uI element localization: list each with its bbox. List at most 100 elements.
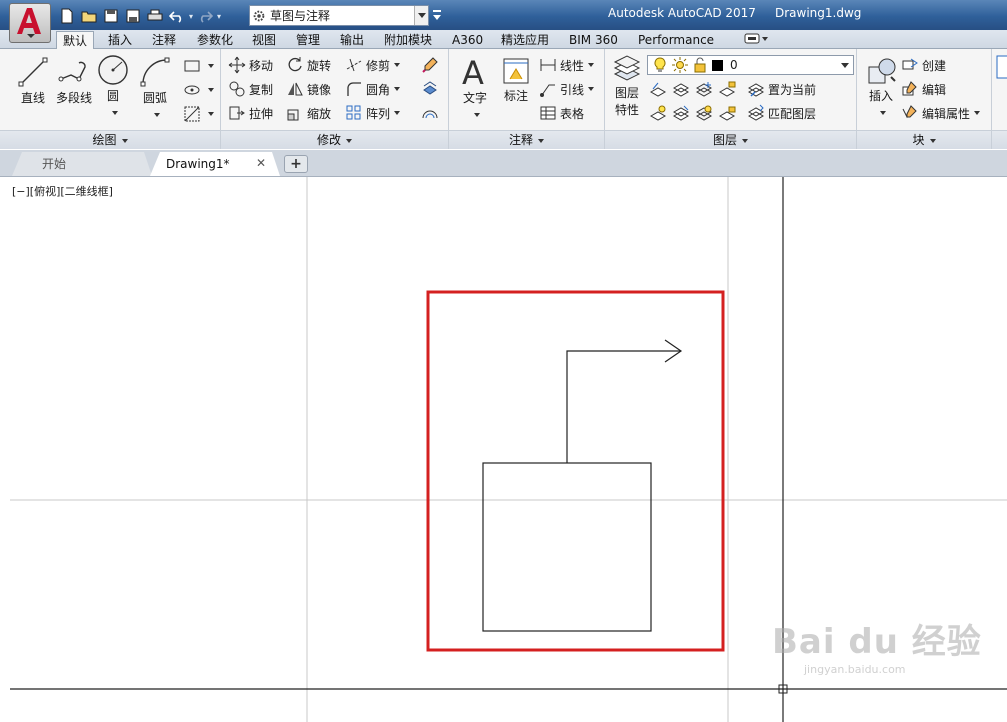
erase-tool[interactable] <box>421 56 442 74</box>
layer-properties-tool[interactable]: 图层 特性 <box>609 54 645 118</box>
chevron-down-icon[interactable] <box>208 64 214 68</box>
drawn-leader-line[interactable] <box>566 350 681 463</box>
chevron-down-icon[interactable] <box>208 88 214 92</box>
dimension-tool[interactable]: 标注 <box>499 55 533 104</box>
layer-unisolate-icon[interactable] <box>672 104 690 122</box>
table-tool[interactable]: 表格 <box>539 104 584 122</box>
edit-block-tool[interactable]: 编辑 <box>901 80 946 98</box>
tab-parametric[interactable]: 参数化 <box>191 31 239 49</box>
stretch-tool[interactable]: 拉伸 <box>228 104 273 122</box>
layer-thaw-icon[interactable] <box>695 104 713 122</box>
ribbon-display-toggle-icon[interactable] <box>743 32 769 46</box>
explode-tool[interactable] <box>421 80 442 98</box>
edit-attributes-tool[interactable]: 编辑属性 <box>901 104 981 122</box>
fillet-tool[interactable]: 圆角 <box>345 80 401 98</box>
block-panel: 插入 创建 编辑 编辑属性 块 <box>857 49 992 149</box>
polyline-tool[interactable]: 多段线 <box>53 55 95 106</box>
block-panel-footer[interactable]: 块 <box>857 130 991 149</box>
line-tool[interactable]: 直线 <box>14 55 52 106</box>
hatch-tool[interactable] <box>183 81 214 99</box>
chevron-down-icon[interactable] <box>112 111 118 115</box>
redo-dropdown-icon[interactable]: ▾ <box>216 6 222 26</box>
array-tool[interactable]: 阵列 <box>345 104 401 122</box>
highlight-box <box>426 290 725 652</box>
layer-unlock-icon[interactable] <box>718 104 736 122</box>
copy-icon <box>229 81 245 97</box>
redo-icon[interactable] <box>194 6 216 26</box>
tab-bim360[interactable]: BIM 360 <box>563 31 624 49</box>
offset-icon <box>422 110 438 119</box>
chevron-down-icon[interactable] <box>880 111 886 115</box>
tab-output[interactable]: 输出 <box>334 31 370 49</box>
save-icon[interactable] <box>100 6 122 26</box>
mirror-tool[interactable]: 镜像 <box>286 80 331 98</box>
chevron-down-icon[interactable] <box>154 113 160 117</box>
chevron-down-icon[interactable] <box>588 63 595 67</box>
chevron-down-icon[interactable] <box>208 112 214 116</box>
draw-panel-footer[interactable]: 绘图 <box>0 130 220 149</box>
tab-performance[interactable]: Performance <box>632 31 720 49</box>
layer-isolate-icon[interactable] <box>672 80 690 98</box>
boundary-tool[interactable] <box>183 105 214 123</box>
chevron-down-icon[interactable] <box>394 87 401 91</box>
layer-dropdown[interactable]: 0 <box>647 55 854 75</box>
tab-view[interactable]: 视图 <box>246 31 282 49</box>
layer-freeze-icon[interactable] <box>695 80 713 98</box>
save-as-icon[interactable] <box>122 6 144 26</box>
layer-properties-icon <box>613 55 641 81</box>
open-folder-icon[interactable] <box>78 6 100 26</box>
workspace-select[interactable]: 草图与注释 <box>249 5 429 26</box>
chevron-down-icon[interactable] <box>841 63 849 68</box>
tab-default[interactable]: 默认 <box>56 31 95 50</box>
rectangle-tool[interactable] <box>183 57 214 75</box>
chevron-down-icon[interactable] <box>588 87 595 91</box>
insert-block-tool[interactable]: 插入 <box>861 55 901 118</box>
create-block-tool[interactable]: 创建 <box>901 56 946 74</box>
application-menu-button[interactable] <box>9 3 51 43</box>
arc-tool[interactable]: 圆弧 <box>136 55 174 120</box>
tab-manage[interactable]: 管理 <box>290 31 326 49</box>
copy-tool[interactable]: 复制 <box>228 80 273 98</box>
tab-addins[interactable]: 附加模块 <box>378 31 438 49</box>
close-tab-icon[interactable]: ✕ <box>256 156 266 170</box>
drawn-square[interactable] <box>482 462 652 632</box>
offset-tool[interactable] <box>421 104 442 122</box>
linear-dimension-tool[interactable]: 线性 <box>539 56 595 74</box>
new-tab-button[interactable]: + <box>284 155 308 173</box>
print-icon[interactable] <box>144 6 166 26</box>
chevron-down-icon[interactable] <box>474 113 480 117</box>
new-file-icon[interactable] <box>56 6 78 26</box>
circle-tool[interactable]: 圆 <box>96 53 130 118</box>
properties-panel-footer[interactable] <box>992 130 1007 149</box>
trim-tool[interactable]: 修剪 <box>345 56 401 74</box>
match-layer-tool[interactable]: 匹配图层 <box>747 104 816 122</box>
tab-start[interactable]: 开始 <box>12 152 152 176</box>
modify-panel-footer[interactable]: 修改 <box>221 130 448 149</box>
set-current-layer-tool[interactable]: 置为当前 <box>747 80 816 98</box>
undo-icon[interactable] <box>166 6 188 26</box>
tab-insert[interactable]: 插入 <box>102 31 138 49</box>
chevron-down-icon[interactable] <box>414 6 428 25</box>
tab-a360[interactable]: A360 <box>446 31 489 49</box>
layer-lock-icon[interactable] <box>718 80 736 98</box>
layer-off-icon[interactable] <box>649 80 667 98</box>
chevron-down-icon[interactable] <box>394 111 401 115</box>
ribbon: 直线 多段线 圆 圆弧 绘图 移动 旋转 修剪 复制 镜像 圆角 拉伸 缩放 阵… <box>0 49 1007 149</box>
properties-icon[interactable] <box>996 55 1007 79</box>
chevron-down-icon[interactable] <box>394 63 401 67</box>
rotate-tool[interactable]: 旋转 <box>286 56 331 74</box>
scale-icon <box>287 109 299 121</box>
text-tool[interactable]: A 文字 <box>457 53 493 120</box>
move-tool[interactable]: 移动 <box>228 56 273 74</box>
annotation-panel-footer[interactable]: 注释 <box>449 130 604 149</box>
viewport-controls[interactable]: [−][俯视][二维线框] <box>12 183 113 199</box>
tab-annotate[interactable]: 注释 <box>146 31 182 49</box>
scale-tool[interactable]: 缩放 <box>286 104 331 122</box>
layers-panel-footer[interactable]: 图层 <box>605 130 856 149</box>
leader-tool[interactable]: 引线 <box>539 80 595 98</box>
tab-featured-apps[interactable]: 精选应用 <box>495 31 555 49</box>
chevron-down-icon[interactable] <box>974 111 981 115</box>
layer-on-icon[interactable] <box>649 104 667 122</box>
customize-toolbar-icon[interactable] <box>431 7 443 25</box>
match-layer-label: 匹配图层 <box>768 106 817 121</box>
